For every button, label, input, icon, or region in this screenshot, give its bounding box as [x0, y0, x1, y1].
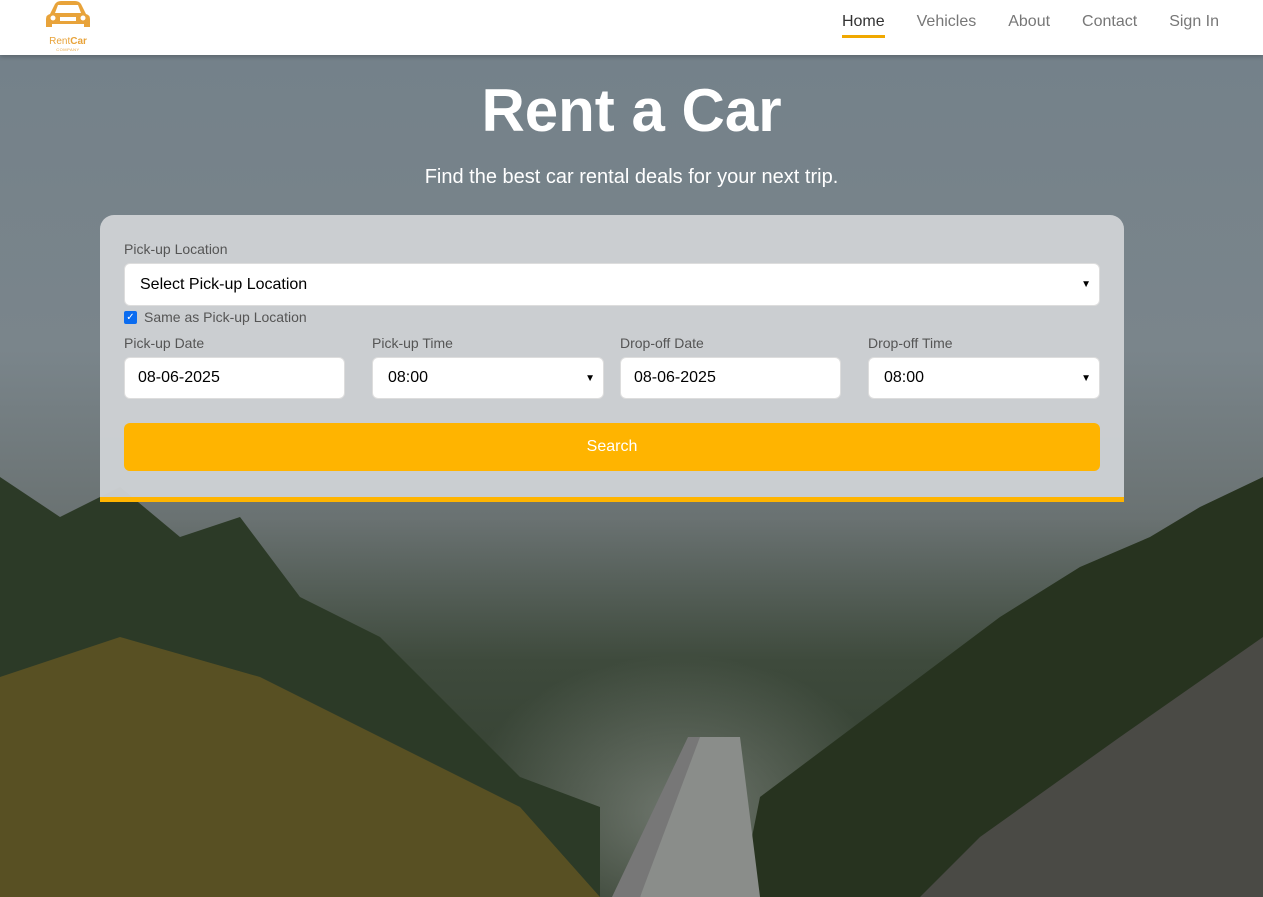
dropoff-time-label: Drop-off Time — [868, 335, 953, 351]
logo-subtext: COMPANY — [56, 47, 80, 52]
dropoff-time-select[interactable]: 08:00 ▼ — [868, 357, 1100, 399]
logo-text-bold: Car — [70, 36, 87, 47]
same-location-label: Same as Pick-up Location — [144, 309, 307, 325]
page-title: Rent a Car — [481, 77, 782, 144]
search-button[interactable]: Search — [124, 423, 1100, 471]
pickup-time-value: 08:00 — [388, 369, 429, 386]
pickup-location-value: Select Pick-up Location — [140, 275, 308, 293]
pickup-time-label: Pick-up Time — [372, 335, 453, 351]
logo-text: Rent — [49, 36, 71, 47]
dropoff-date-value: 08-06-2025 — [634, 369, 716, 386]
pickup-location-label: Pick-up Location — [124, 241, 228, 257]
pickup-date-label: Pick-up Date — [124, 335, 205, 351]
pickup-location-select[interactable]: Select Pick-up Location ▼ — [124, 263, 1100, 306]
nav-home[interactable]: Home — [841, 13, 885, 38]
logo[interactable]: RentCar COMPANY — [42, 0, 94, 52]
chevron-down-icon: ▼ — [1081, 372, 1091, 384]
nav-about[interactable]: About — [1008, 13, 1050, 38]
chevron-down-icon: ▼ — [1081, 279, 1091, 290]
search-form: Pick-up Location Select Pick-up Location… — [100, 215, 1124, 502]
checkbox-checked-icon[interactable]: ✓ — [124, 310, 137, 324]
nav-vehicles[interactable]: Vehicles — [917, 13, 977, 38]
navbar: RentCar COMPANY Home Vehicles About Cont… — [0, 0, 1263, 55]
nav-contact[interactable]: Contact — [1082, 13, 1137, 38]
pickup-time-select[interactable]: 08:00 ▼ — [372, 357, 604, 399]
chevron-down-icon: ▼ — [585, 372, 595, 384]
nav-menu: Home Vehicles About Contact Sign In — [841, 13, 1219, 38]
forest-road-image — [0, 477, 1263, 897]
nav-sign-in[interactable]: Sign In — [1169, 13, 1219, 38]
page-subtitle: Find the best car rental deals for your … — [424, 166, 839, 188]
dropoff-date-label: Drop-off Date — [620, 335, 704, 351]
pickup-date-value: 08-06-2025 — [138, 369, 220, 386]
same-location-checkbox[interactable]: ✓ Same as Pick-up Location — [124, 309, 1100, 325]
dropoff-date-input[interactable]: 08-06-2025 — [620, 357, 841, 399]
car-logo-icon — [46, 1, 90, 27]
pickup-date-input[interactable]: 08-06-2025 — [124, 357, 345, 399]
dropoff-time-value: 08:00 — [884, 369, 925, 386]
